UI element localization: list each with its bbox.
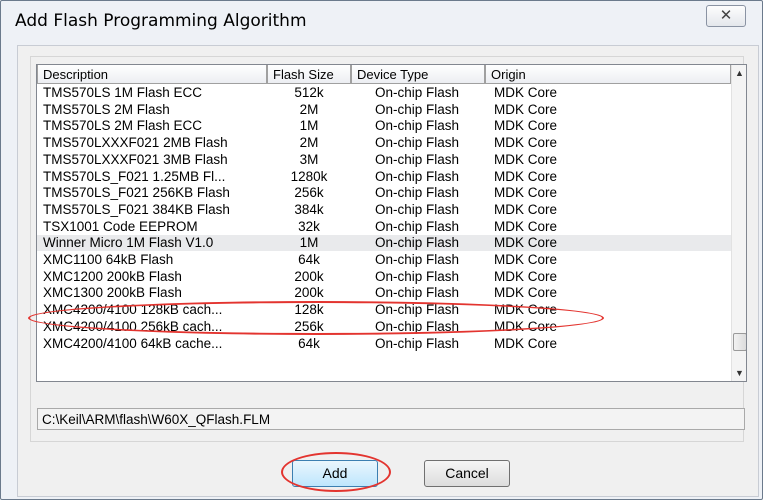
row-flash-size: 384k [294, 201, 324, 217]
row-flash-size: 32k [298, 218, 320, 234]
table-row[interactable]: XMC1300 200kB Flash 200k On-chip Flash MDK … [37, 285, 731, 301]
row-flash-size: 64k [298, 335, 320, 351]
row-device-type: On-chip Flash [374, 218, 460, 234]
row-origin: MDK Core [494, 85, 558, 100]
row-flash-size: 64k [298, 252, 320, 267]
table-row[interactable]: TMS570LS 2M Flash ECC 1M On-chip Flash MDK … [37, 118, 731, 134]
vertical-scrollbar[interactable]: ▲ ▼ [731, 65, 746, 381]
table-row[interactable]: TMS570LXXXF021 2MB Flash 2M On-chip Flash M… [37, 135, 731, 151]
row-origin: MDK Core [494, 318, 558, 334]
table-row[interactable]: TMS570LS 2M Flash 2M On-chip Flash MDK Core [37, 102, 731, 118]
table-row[interactable]: XMC4200/4100 256kB cach... 256k On-chip Fl… [37, 319, 731, 335]
table-row[interactable]: TMS570LS_F021 1.25MB Fl... 1280k On-chip F… [37, 169, 731, 185]
row-device-type: On-chip Flash [374, 252, 460, 267]
row-device-type: On-chip Flash [374, 302, 460, 318]
row-origin: MDK Core [494, 101, 558, 117]
window-title: Add Flash Programming Algorithm [15, 11, 307, 31]
table-row[interactable]: XMC4200/4100 64kB cache... 64k On-chip Fla… [37, 336, 731, 352]
row-device-type: On-chip Flash [374, 85, 460, 100]
scroll-thumb[interactable] [733, 333, 746, 351]
row-device-type: On-chip Flash [374, 285, 460, 301]
table-row[interactable]: TMS570LXXXF021 3MB Flash 3M On-chip Flash M… [37, 152, 731, 168]
row-device-type: On-chip Flash [374, 335, 460, 351]
row-flash-size: 256k [294, 185, 324, 201]
row-description: Winner Micro 1M Flash V1.0 [43, 235, 214, 251]
scroll-up-arrow-icon[interactable]: ▲ [732, 65, 746, 81]
table-row[interactable]: TMS570LS_F021 256KB Flash 256k On-chip Fla… [37, 185, 731, 201]
row-description: XMC4200/4100 256kB cach... [43, 318, 223, 334]
row-flash-size: 2M [299, 135, 319, 151]
dialog-window: Add Flash Programming Algorithm ✕ Descri… [0, 0, 763, 500]
row-flash-size: 512k [294, 85, 324, 100]
row-device-type: On-chip Flash [374, 135, 460, 151]
row-description: TMS570LS_F021 256KB Flash [43, 185, 230, 201]
row-flash-size: 1M [299, 118, 319, 134]
row-origin: MDK Core [494, 268, 558, 284]
row-flash-size: 3M [299, 151, 319, 167]
row-device-type: On-chip Flash [374, 101, 460, 117]
algorithm-path-field[interactable]: C:\Keil\ARM\flash\W60X_QFlash.FLM [37, 408, 745, 430]
row-device-type: On-chip Flash [374, 185, 460, 201]
row-description: XMC1100 64kB Flash [43, 252, 174, 267]
row-description: XMC4200/4100 128kB cach... [43, 302, 223, 318]
row-device-type: On-chip Flash [374, 151, 460, 167]
cancel-button[interactable]: Cancel [424, 460, 510, 487]
row-origin: MDK Core [494, 151, 558, 167]
row-device-type: On-chip Flash [374, 235, 460, 251]
list-header: Description Flash Size Device Type Origi… [37, 65, 731, 85]
row-device-type: On-chip Flash [374, 268, 460, 284]
row-device-type: On-chip Flash [374, 168, 460, 184]
row-origin: MDK Core [494, 218, 558, 234]
dialog-client-area: Description Flash Size Device Type Origi… [17, 45, 759, 497]
row-flash-size: 2M [299, 101, 319, 117]
row-flash-size: 1280k [290, 168, 328, 184]
close-button[interactable]: ✕ [706, 5, 746, 27]
column-header-origin[interactable]: Origin [485, 65, 731, 84]
column-header-device-type[interactable]: Device Type [351, 65, 485, 84]
row-flash-size: 200k [294, 285, 324, 301]
row-description: XMC1200 200kB Flash [43, 268, 182, 284]
row-description: XMC4200/4100 64kB cache... [43, 335, 223, 351]
table-row[interactable]: XMC1200 200kB Flash 200k On-chip Flash MDK … [37, 269, 731, 285]
row-flash-size: 200k [294, 268, 324, 284]
row-description: TMS570LS 1M Flash ECC [43, 85, 203, 100]
row-description: TMS570LS_F021 384KB Flash [43, 201, 230, 217]
table-row[interactable]: TMS570LS_F021 384KB Flash 384k On-chip Fla… [37, 202, 731, 218]
table-row[interactable]: XMC4200/4100 128kB cach... 128k On-chip Fl… [37, 302, 731, 318]
row-device-type: On-chip Flash [374, 318, 460, 334]
row-description: XMC1300 200kB Flash [43, 285, 182, 301]
row-description: TMS570LXXXF021 2MB Flash [43, 135, 228, 151]
table-row[interactable]: TMS570LS 1M Flash ECC 512k On-chip Flash MD… [37, 85, 731, 101]
row-device-type: On-chip Flash [374, 201, 460, 217]
row-origin: MDK Core [494, 335, 558, 351]
row-origin: MDK Core [494, 285, 558, 301]
close-icon[interactable]: ✕ [720, 7, 733, 24]
row-device-type: On-chip Flash [374, 118, 460, 134]
table-row[interactable]: Winner Micro 1M Flash V1.0 1M On-chip Flas… [37, 235, 731, 252]
row-origin: MDK Core [494, 118, 558, 134]
row-description: TMS570LS 2M Flash [43, 101, 170, 117]
title-bar[interactable]: Add Flash Programming Algorithm ✕ [1, 1, 762, 39]
add-button[interactable]: Add [292, 460, 378, 487]
row-origin: MDK Core [494, 135, 558, 151]
row-origin: MDK Core [494, 252, 558, 267]
table-row[interactable]: XMC1100 64kB Flash 64k On-chip Flash MDK Co… [37, 252, 731, 268]
row-origin: MDK Core [494, 235, 558, 251]
row-origin: MDK Core [494, 201, 558, 217]
row-description: TMS570LS_F021 1.25MB Fl... [43, 168, 226, 184]
row-origin: MDK Core [494, 185, 558, 201]
row-origin: MDK Core [494, 168, 558, 184]
row-flash-size: 1M [299, 235, 319, 251]
column-header-description[interactable]: Description [37, 65, 267, 84]
row-description: TSX1001 Code EEPROM [43, 218, 198, 234]
row-description: TMS570LS 2M Flash ECC [43, 118, 203, 134]
row-flash-size: 256k [294, 318, 324, 334]
scroll-down-arrow-icon[interactable]: ▼ [732, 365, 746, 381]
row-flash-size: 128k [294, 302, 324, 318]
column-header-flash-size[interactable]: Flash Size [267, 65, 351, 84]
algorithm-list[interactable]: Description Flash Size Device Type Origi… [36, 64, 747, 382]
table-row[interactable]: TSX1001 Code EEPROM 32k On-chip Flash MDK C… [37, 219, 731, 235]
row-origin: MDK Core [494, 302, 558, 318]
row-description: TMS570LXXXF021 3MB Flash [43, 151, 228, 167]
